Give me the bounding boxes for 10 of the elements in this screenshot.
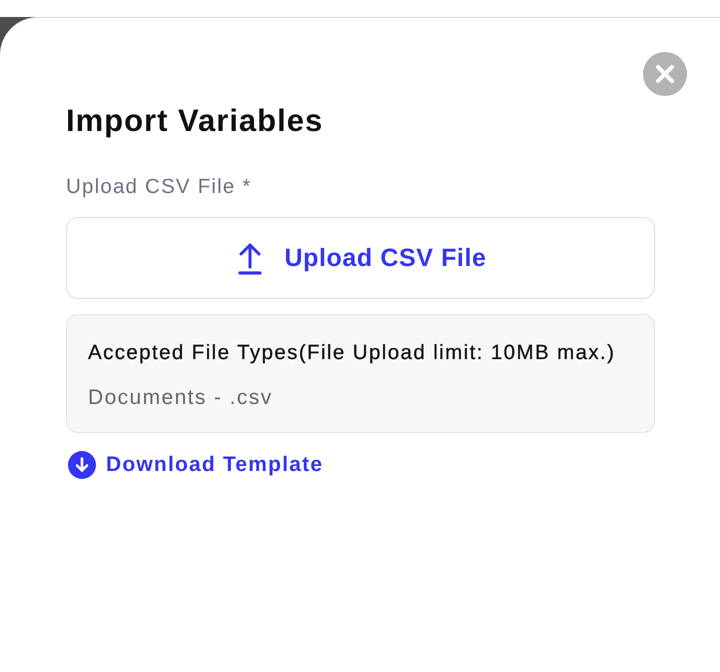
dialog-title: Import Variables: [66, 104, 324, 138]
close-icon: [656, 65, 674, 83]
upload-icon: [238, 242, 262, 274]
upload-button[interactable]: Upload CSV File: [66, 217, 655, 299]
download-icon: [68, 451, 96, 479]
accepted-types-heading: Accepted File Types(File Upload limit: 10MB max.): [88, 341, 616, 365]
field-label: Upload CSV File *: [66, 175, 253, 199]
download-template-link[interactable]: Download Template: [68, 451, 324, 479]
close-button[interactable]: [643, 52, 687, 96]
file-types-text: Documents - .csv: [88, 386, 273, 410]
